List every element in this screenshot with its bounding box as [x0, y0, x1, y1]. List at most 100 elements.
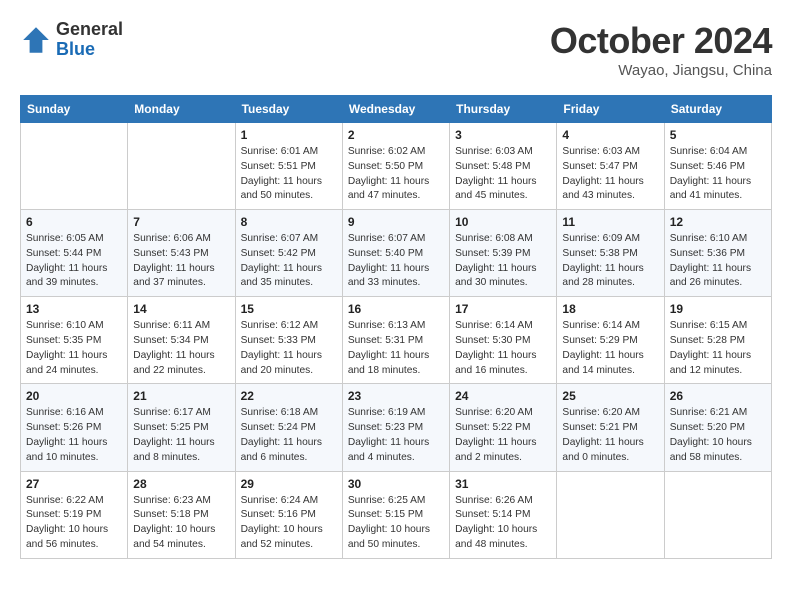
calendar-cell: 14 Sunrise: 6:11 AMSunset: 5:34 PMDayligh… — [128, 297, 235, 384]
day-number: 26 — [670, 389, 766, 403]
day-info: Sunrise: 6:22 AMSunset: 5:19 PMDaylight:… — [26, 494, 122, 553]
calendar-cell: 1 Sunrise: 6:01 AMSunset: 5:51 PMDaylight… — [235, 123, 342, 210]
calendar-week-3: 13Sunrise: 6:10 AMSunset: 5:35 PMDayligh… — [21, 297, 772, 384]
calendar-table: SundayMondayTuesdayWednesdayThursdayFrid… — [20, 95, 772, 559]
day-info: Sunrise: 6:08 AMSunset: 5:39 PMDaylight:… — [455, 232, 551, 291]
day-info: Sunrise: 6:02 AMSunset: 5:50 PMDaylight:… — [348, 145, 444, 204]
calendar-header-row: SundayMondayTuesdayWednesdayThursdayFrid… — [21, 96, 772, 123]
day-number: 9 — [348, 215, 444, 229]
day-info: Sunrise: 6:17 AMSunset: 5:25 PMDaylight:… — [133, 406, 229, 465]
day-number: 11 — [562, 215, 658, 229]
calendar-cell: 28 Sunrise: 6:23 AMSunset: 5:18 PMDayligh… — [128, 471, 235, 558]
month-title: October 2024 — [550, 20, 772, 62]
day-number: 21 — [133, 389, 229, 403]
day-number: 20 — [26, 389, 122, 403]
day-number: 19 — [670, 302, 766, 316]
calendar-cell: 7 Sunrise: 6:06 AMSunset: 5:43 PMDaylight… — [128, 210, 235, 297]
day-number: 23 — [348, 389, 444, 403]
calendar-cell: 22Sunrise: 6:18 AMSunset: 5:24 PMDayligh… — [235, 384, 342, 471]
calendar-cell: 30 Sunrise: 6:25 AMSunset: 5:15 PMDayligh… — [342, 471, 449, 558]
calendar-cell: 24 Sunrise: 6:20 AMSunset: 5:22 PMDayligh… — [450, 384, 557, 471]
calendar-cell: 29Sunrise: 6:24 AMSunset: 5:16 PMDayligh… — [235, 471, 342, 558]
logo-general-text: General — [56, 20, 123, 40]
day-info: Sunrise: 6:20 AMSunset: 5:21 PMDaylight:… — [562, 406, 658, 465]
day-info: Sunrise: 6:03 AMSunset: 5:48 PMDaylight:… — [455, 145, 551, 204]
location: Wayao, Jiangsu, China — [550, 62, 772, 79]
calendar-cell — [557, 471, 664, 558]
day-number: 12 — [670, 215, 766, 229]
col-header-wednesday: Wednesday — [342, 96, 449, 123]
calendar-cell — [128, 123, 235, 210]
day-number: 29 — [241, 477, 337, 491]
title-block: October 2024 Wayao, Jiangsu, China — [550, 20, 772, 79]
day-number: 25 — [562, 389, 658, 403]
calendar-week-5: 27 Sunrise: 6:22 AMSunset: 5:19 PMDayligh… — [21, 471, 772, 558]
day-number: 18 — [562, 302, 658, 316]
logo: General Blue — [20, 20, 123, 60]
day-number: 28 — [133, 477, 229, 491]
day-number: 1 — [241, 128, 337, 142]
day-info: Sunrise: 6:20 AMSunset: 5:22 PMDaylight:… — [455, 406, 551, 465]
day-number: 16 — [348, 302, 444, 316]
day-number: 10 — [455, 215, 551, 229]
logo-icon — [20, 24, 52, 56]
calendar-cell: 3 Sunrise: 6:03 AMSunset: 5:48 PMDaylight… — [450, 123, 557, 210]
calendar-cell: 8Sunrise: 6:07 AMSunset: 5:42 PMDaylight… — [235, 210, 342, 297]
calendar-cell: 9Sunrise: 6:07 AMSunset: 5:40 PMDaylight… — [342, 210, 449, 297]
calendar-cell: 6 Sunrise: 6:05 AMSunset: 5:44 PMDaylight… — [21, 210, 128, 297]
calendar-cell: 2 Sunrise: 6:02 AMSunset: 5:50 PMDaylight… — [342, 123, 449, 210]
day-info: Sunrise: 6:06 AMSunset: 5:43 PMDaylight:… — [133, 232, 229, 291]
calendar-cell: 12 Sunrise: 6:10 AMSunset: 5:36 PMDayligh… — [664, 210, 771, 297]
day-number: 14 — [133, 302, 229, 316]
day-number: 15 — [241, 302, 337, 316]
calendar-cell: 23 Sunrise: 6:19 AMSunset: 5:23 PMDayligh… — [342, 384, 449, 471]
calendar-cell: 10 Sunrise: 6:08 AMSunset: 5:39 PMDayligh… — [450, 210, 557, 297]
calendar-cell: 26 Sunrise: 6:21 AMSunset: 5:20 PMDayligh… — [664, 384, 771, 471]
day-info: Sunrise: 6:14 AMSunset: 5:29 PMDaylight:… — [562, 319, 658, 378]
col-header-monday: Monday — [128, 96, 235, 123]
calendar-cell: 11 Sunrise: 6:09 AMSunset: 5:38 PMDayligh… — [557, 210, 664, 297]
day-number: 2 — [348, 128, 444, 142]
day-info: Sunrise: 6:15 AMSunset: 5:28 PMDaylight:… — [670, 319, 766, 378]
day-number: 7 — [133, 215, 229, 229]
calendar-cell: 5Sunrise: 6:04 AMSunset: 5:46 PMDaylight… — [664, 123, 771, 210]
day-info: Sunrise: 6:03 AMSunset: 5:47 PMDaylight:… — [562, 145, 658, 204]
day-info: Sunrise: 6:01 AMSunset: 5:51 PMDaylight:… — [241, 145, 337, 204]
calendar-cell — [664, 471, 771, 558]
day-info: Sunrise: 6:21 AMSunset: 5:20 PMDaylight:… — [670, 406, 766, 465]
day-info: Sunrise: 6:11 AMSunset: 5:34 PMDaylight:… — [133, 319, 229, 378]
logo-text: General Blue — [56, 20, 123, 60]
day-number: 4 — [562, 128, 658, 142]
day-number: 30 — [348, 477, 444, 491]
day-number: 5 — [670, 128, 766, 142]
calendar-cell: 21 Sunrise: 6:17 AMSunset: 5:25 PMDayligh… — [128, 384, 235, 471]
calendar-cell: 13Sunrise: 6:10 AMSunset: 5:35 PMDayligh… — [21, 297, 128, 384]
day-info: Sunrise: 6:13 AMSunset: 5:31 PMDaylight:… — [348, 319, 444, 378]
calendar-week-4: 20 Sunrise: 6:16 AMSunset: 5:26 PMDayligh… — [21, 384, 772, 471]
day-info: Sunrise: 6:18 AMSunset: 5:24 PMDaylight:… — [241, 406, 337, 465]
calendar-cell: 17Sunrise: 6:14 AMSunset: 5:30 PMDayligh… — [450, 297, 557, 384]
day-number: 27 — [26, 477, 122, 491]
day-number: 6 — [26, 215, 122, 229]
calendar-cell: 27 Sunrise: 6:22 AMSunset: 5:19 PMDayligh… — [21, 471, 128, 558]
day-info: Sunrise: 6:05 AMSunset: 5:44 PMDaylight:… — [26, 232, 122, 291]
calendar-cell: 25 Sunrise: 6:20 AMSunset: 5:21 PMDayligh… — [557, 384, 664, 471]
day-number: 24 — [455, 389, 551, 403]
day-number: 17 — [455, 302, 551, 316]
day-info: Sunrise: 6:19 AMSunset: 5:23 PMDaylight:… — [348, 406, 444, 465]
day-number: 3 — [455, 128, 551, 142]
calendar-cell: 19 Sunrise: 6:15 AMSunset: 5:28 PMDayligh… — [664, 297, 771, 384]
day-number: 8 — [241, 215, 337, 229]
day-info: Sunrise: 6:23 AMSunset: 5:18 PMDaylight:… — [133, 494, 229, 553]
col-header-saturday: Saturday — [664, 96, 771, 123]
day-info: Sunrise: 6:10 AMSunset: 5:36 PMDaylight:… — [670, 232, 766, 291]
col-header-tuesday: Tuesday — [235, 96, 342, 123]
calendar-cell: 4 Sunrise: 6:03 AMSunset: 5:47 PMDaylight… — [557, 123, 664, 210]
calendar-cell: 16 Sunrise: 6:13 AMSunset: 5:31 PMDayligh… — [342, 297, 449, 384]
day-info: Sunrise: 6:12 AMSunset: 5:33 PMDaylight:… — [241, 319, 337, 378]
day-info: Sunrise: 6:09 AMSunset: 5:38 PMDaylight:… — [562, 232, 658, 291]
day-number: 31 — [455, 477, 551, 491]
day-info: Sunrise: 6:16 AMSunset: 5:26 PMDaylight:… — [26, 406, 122, 465]
logo-blue-text: Blue — [56, 40, 123, 60]
day-info: Sunrise: 6:25 AMSunset: 5:15 PMDaylight:… — [348, 494, 444, 553]
